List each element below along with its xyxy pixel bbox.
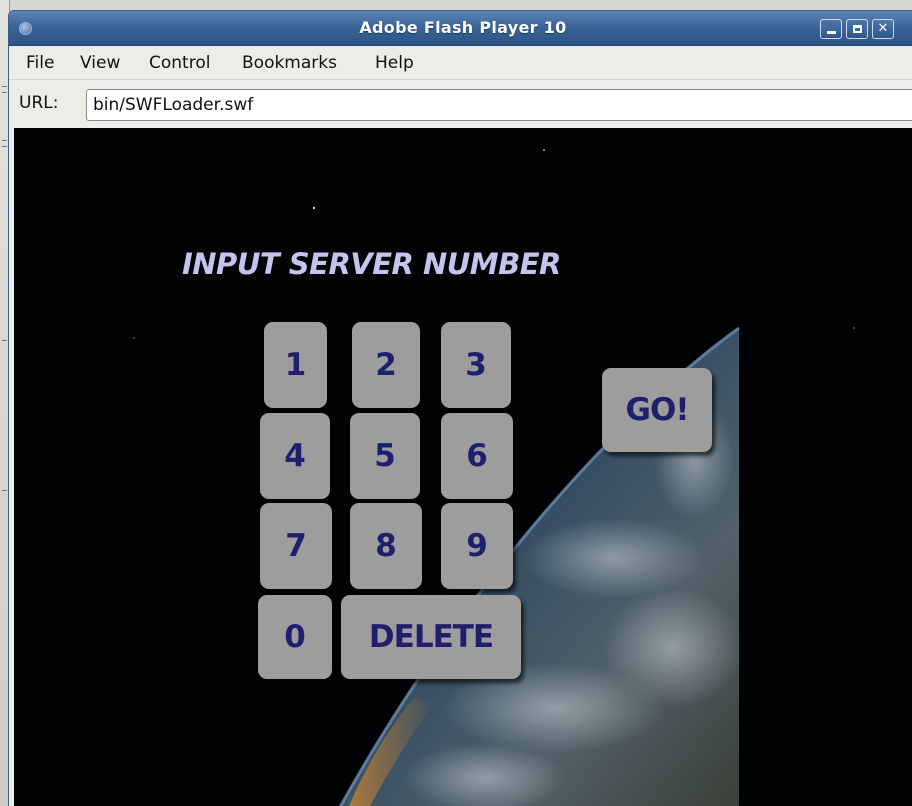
key-label: 1: [284, 347, 307, 383]
key-label: 0: [284, 619, 306, 655]
go-button[interactable]: GO!: [602, 368, 712, 452]
key-6[interactable]: 6: [441, 413, 513, 499]
key-label: 8: [375, 528, 397, 564]
menu-bar: File View Control Bookmarks Help: [9, 47, 912, 79]
minimize-icon: [826, 31, 836, 34]
menu-control[interactable]: Control: [149, 53, 210, 73]
key-9[interactable]: 9: [441, 503, 513, 589]
flash-stage[interactable]: INPUT SERVER NUMBER 1 2 3 4 5 6 7 8 9 0 …: [14, 128, 912, 806]
menu-file[interactable]: File: [26, 53, 54, 73]
key-label: 4: [284, 438, 306, 474]
window-title: Adobe Flash Player 10: [359, 18, 567, 37]
delete-button[interactable]: DELETE: [341, 595, 521, 679]
close-icon: ✕: [877, 21, 889, 36]
key-1[interactable]: 1: [264, 322, 327, 408]
url-label: URL:: [19, 93, 59, 113]
maximize-icon: [852, 25, 862, 33]
key-label: 5: [374, 438, 396, 474]
key-0[interactable]: 0: [258, 595, 332, 679]
key-2[interactable]: 2: [352, 322, 420, 408]
key-label: 7: [285, 528, 307, 564]
delete-label: DELETE: [368, 619, 494, 655]
key-5[interactable]: 5: [350, 413, 420, 499]
go-label: GO!: [625, 392, 690, 428]
input-server-heading: INPUT SERVER NUMBER: [182, 247, 561, 281]
menu-view[interactable]: View: [80, 53, 120, 73]
key-label: 2: [375, 347, 397, 383]
menu-bookmarks[interactable]: Bookmarks: [242, 53, 337, 73]
key-8[interactable]: 8: [350, 503, 422, 589]
key-3[interactable]: 3: [441, 322, 511, 408]
key-label: 6: [466, 438, 488, 474]
menu-help[interactable]: Help: [375, 53, 414, 73]
url-input[interactable]: bin/SWFLoader.swf: [86, 89, 912, 121]
maximize-button[interactable]: [846, 19, 868, 39]
key-label: 9: [466, 528, 488, 564]
key-7[interactable]: 7: [260, 503, 332, 589]
title-bar[interactable]: Adobe Flash Player 10 ✕: [9, 11, 912, 46]
key-label: 3: [465, 347, 487, 383]
minimize-button[interactable]: [820, 19, 842, 39]
close-button[interactable]: ✕: [872, 19, 894, 39]
url-bar: URL: bin/SWFLoader.swf: [9, 79, 912, 125]
flash-player-window: Adobe Flash Player 10 ✕ File View Contro…: [8, 10, 912, 806]
key-4[interactable]: 4: [260, 413, 330, 499]
